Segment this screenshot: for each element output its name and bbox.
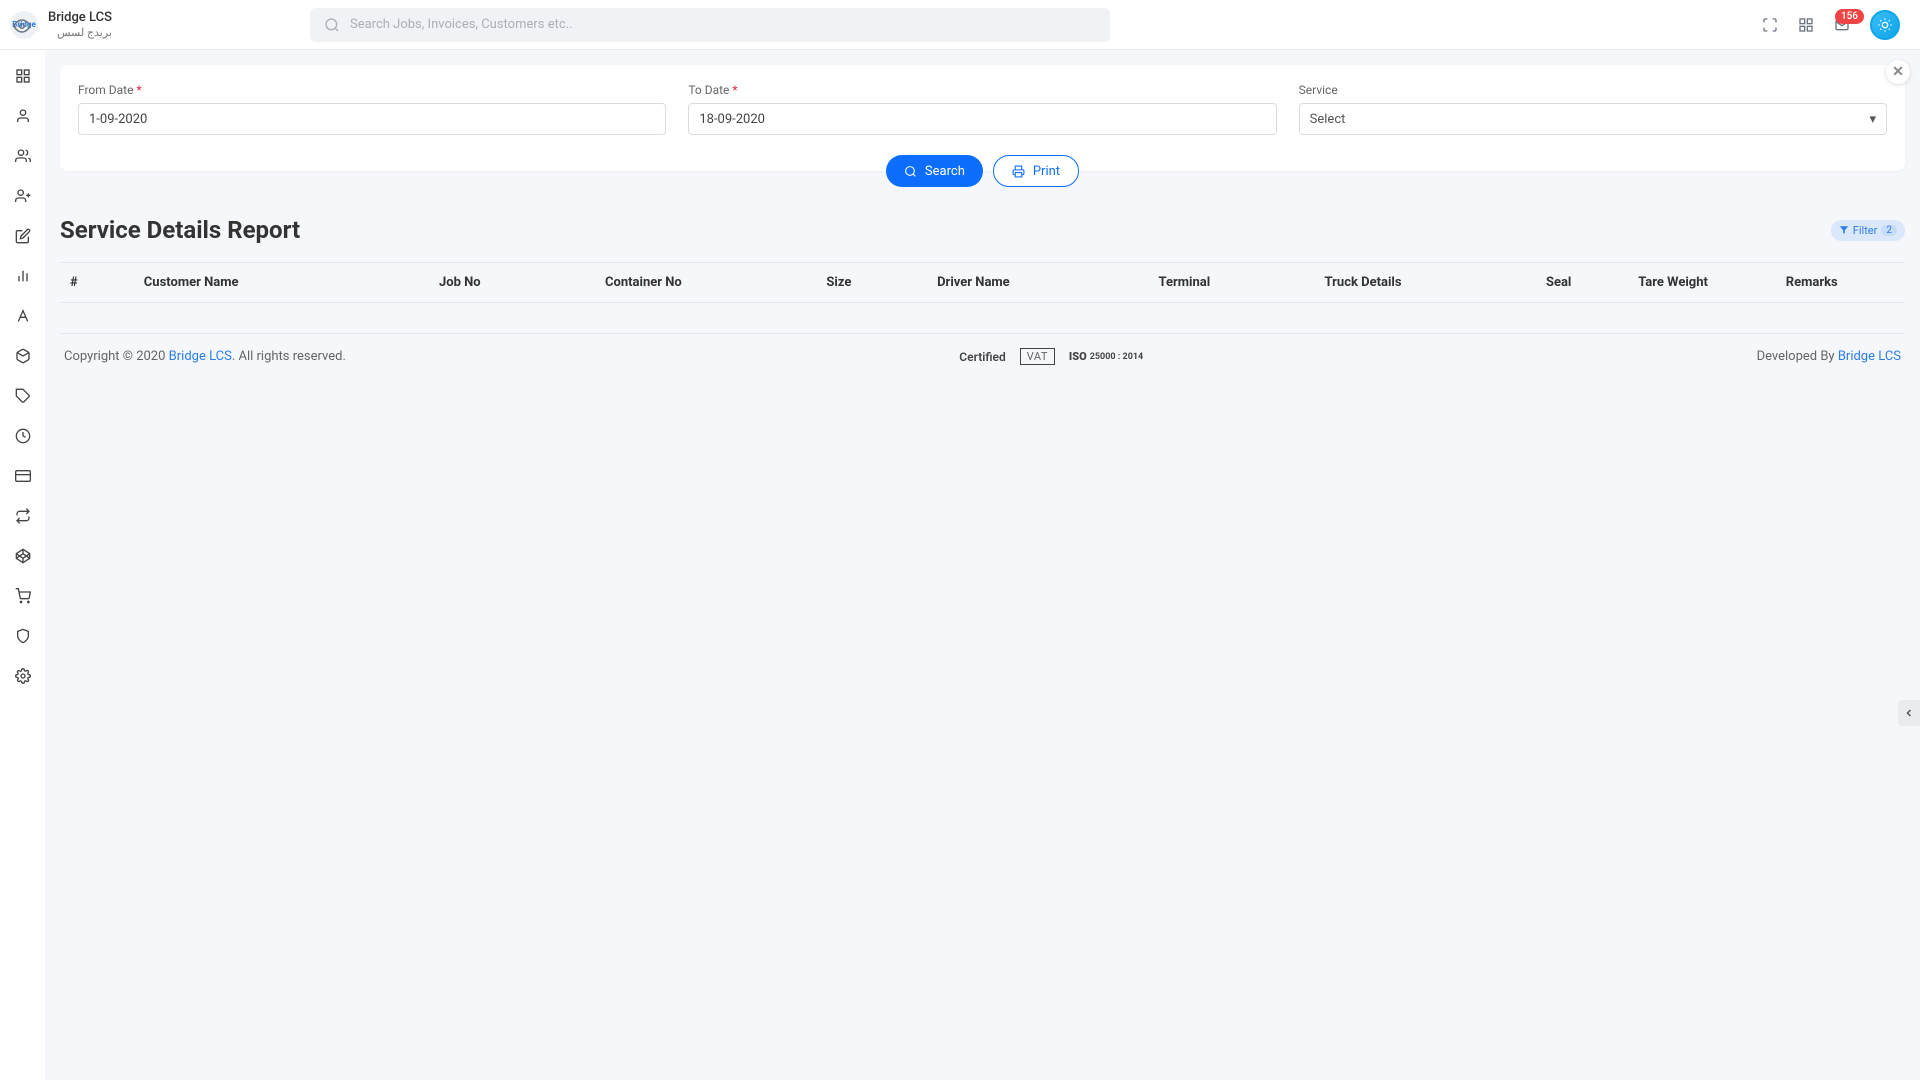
- from-date-field: From Date *: [78, 83, 666, 135]
- repeat-icon[interactable]: [15, 508, 31, 524]
- search-icon: [324, 17, 340, 33]
- font-icon[interactable]: [15, 308, 31, 324]
- table-header: Terminal: [1149, 263, 1315, 303]
- brand-title: Bridge LCS: [48, 10, 112, 26]
- table-header: Remarks: [1776, 263, 1905, 303]
- main-content: ✕ From Date * To Date * Service Select ▾: [45, 50, 1920, 394]
- service-field: Service Select ▾: [1299, 83, 1887, 135]
- chevron-down-icon: ▾: [1869, 112, 1876, 127]
- search-input[interactable]: [350, 17, 1096, 32]
- certified-badge: Certified: [959, 350, 1005, 364]
- table-header: Tare Weight: [1628, 263, 1776, 303]
- table-header: Job No: [429, 263, 595, 303]
- tag-icon[interactable]: [15, 388, 31, 404]
- card-icon[interactable]: [15, 468, 31, 484]
- package-icon[interactable]: [15, 348, 31, 364]
- brand-subtitle: بريدج لسس: [48, 26, 112, 39]
- header-actions: 156: [1762, 10, 1900, 40]
- to-date-label: To Date *: [688, 83, 1276, 97]
- service-value: Select: [1310, 112, 1346, 127]
- notifications-icon[interactable]: 156: [1834, 17, 1850, 33]
- collapse-tab[interactable]: [1898, 700, 1920, 726]
- to-date-input[interactable]: [688, 103, 1276, 135]
- table-header: Driver Name: [927, 263, 1148, 303]
- avatar[interactable]: [1870, 10, 1900, 40]
- search-button[interactable]: Search: [886, 155, 983, 187]
- user-plus-icon[interactable]: [15, 188, 31, 204]
- sidebar: [0, 50, 45, 1080]
- report-header: Service Details Report Filter 2: [60, 216, 1905, 244]
- footer-link[interactable]: Bridge LCS: [169, 349, 232, 364]
- analytics-icon[interactable]: [15, 268, 31, 284]
- table-header: Size: [816, 263, 927, 303]
- table-header: Customer Name: [134, 263, 429, 303]
- iso-badge: ISO25000 : 2014: [1069, 350, 1143, 363]
- report-table: #Customer NameJob NoContainer NoSizeDriv…: [60, 262, 1905, 303]
- table-header: Seal: [1536, 263, 1628, 303]
- top-header: Bridge Bridge LCS بريدج لسس 156: [0, 0, 1920, 50]
- page-title: Service Details Report: [60, 216, 300, 244]
- notification-badge: 156: [1835, 9, 1864, 24]
- gear-icon[interactable]: [15, 668, 31, 684]
- codepen-icon[interactable]: [15, 548, 31, 564]
- table-header: Container No: [595, 263, 816, 303]
- table-header: #: [60, 263, 134, 303]
- user-icon[interactable]: [15, 108, 31, 124]
- developed-by: Developed By Bridge LCS: [1757, 349, 1901, 364]
- service-label: Service: [1299, 83, 1887, 97]
- from-date-input[interactable]: [78, 103, 666, 135]
- global-search[interactable]: [310, 8, 1110, 42]
- close-icon[interactable]: ✕: [1886, 60, 1910, 84]
- table-header: Truck Details: [1315, 263, 1536, 303]
- clock-icon[interactable]: [15, 428, 31, 444]
- print-button[interactable]: Print: [993, 155, 1079, 187]
- cart-icon[interactable]: [15, 588, 31, 604]
- logo-section: Bridge Bridge LCS بريدج لسس: [10, 10, 310, 39]
- users-icon[interactable]: [15, 148, 31, 164]
- from-date-label: From Date *: [78, 83, 666, 97]
- cert-badges: Certified VAT ISO25000 : 2014: [959, 348, 1143, 365]
- filter-pill[interactable]: Filter 2: [1831, 220, 1905, 241]
- filter-panel: ✕ From Date * To Date * Service Select ▾: [60, 65, 1905, 171]
- service-select[interactable]: Select ▾: [1299, 103, 1887, 135]
- footer: Copyright © 2020 Bridge LCS. All rights …: [60, 333, 1905, 379]
- dev-link[interactable]: Bridge LCS: [1838, 349, 1901, 364]
- copyright: Copyright © 2020 Bridge LCS. All rights …: [64, 349, 346, 364]
- shield-icon[interactable]: [15, 628, 31, 644]
- fullscreen-icon[interactable]: [1762, 17, 1778, 33]
- brand-block: Bridge LCS بريدج لسس: [48, 10, 112, 39]
- vat-badge: VAT: [1020, 348, 1055, 365]
- to-date-field: To Date *: [688, 83, 1276, 135]
- apps-icon[interactable]: [1798, 17, 1814, 33]
- edit-icon[interactable]: [15, 228, 31, 244]
- visibility-icon[interactable]: [13, 17, 31, 35]
- filter-count: 2: [1881, 225, 1897, 236]
- dashboard-icon[interactable]: [15, 68, 31, 84]
